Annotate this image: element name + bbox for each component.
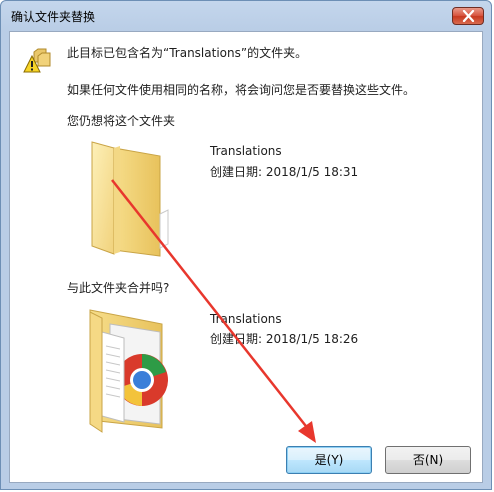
message-line-2: 如果任何文件使用相同的名称，将会询问您是否要替换这些文件。 [67,83,416,97]
no-button[interactable]: 否(N) [385,446,471,474]
warning-icon [23,48,51,73]
existing-folder-name: Translations [210,144,282,158]
yes-button[interactable]: 是(Y) [286,446,372,474]
title-bar[interactable]: 确认文件夹替换 [1,1,491,31]
merge-prompt: 与此文件夹合并吗? [67,281,170,295]
dialog-window: 确认文件夹替换 此目标已包含名为“Translations”的文件夹。 如果任何… [0,0,492,490]
close-icon [462,10,475,22]
new-folder-name: Translations [210,312,282,326]
existing-folder-created: 创建日期: 2018/1/5 18:31 [210,165,359,179]
message-line-1: 此目标已包含名为“Translations”的文件夹。 [67,46,308,60]
existing-folder-icon[interactable] [84,138,178,262]
new-folder-icon[interactable] [84,302,178,436]
message-line-3: 您仍想将这个文件夹 [67,114,176,128]
window-title: 确认文件夹替换 [11,10,96,24]
close-button[interactable] [452,7,484,25]
new-folder-created: 创建日期: 2018/1/5 18:26 [210,332,359,346]
dialog-content: 此目标已包含名为“Translations”的文件夹。 如果任何文件使用相同的名… [9,31,483,483]
